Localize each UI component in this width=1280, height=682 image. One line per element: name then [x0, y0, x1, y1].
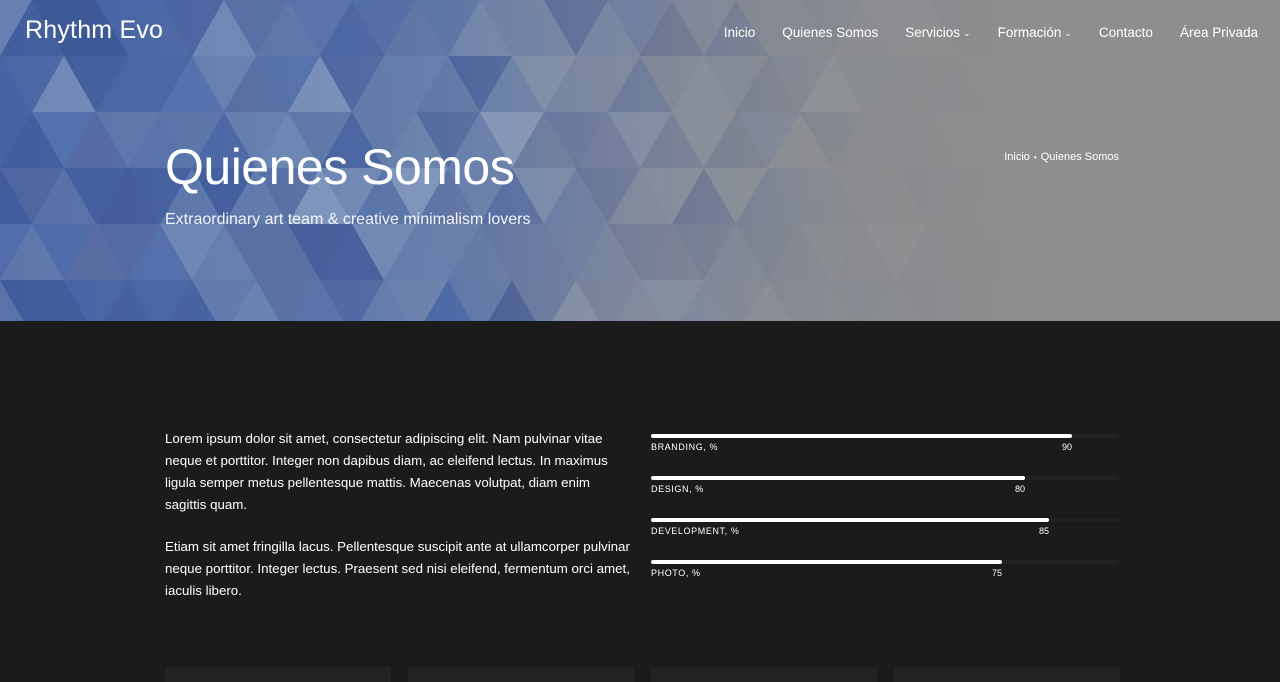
- cards-row: [165, 667, 1120, 682]
- nav-item-inicio[interactable]: Inicio: [724, 25, 756, 40]
- skill-bar: DESIGN, % 80: [651, 476, 1119, 518]
- skills-list: BRANDING, % 90 DESIGN, % 80 DEVELOPMENT, % 85…: [651, 434, 1119, 602]
- skill-bar-fill: [651, 476, 1025, 480]
- card: [165, 667, 391, 682]
- skill-bar-fill: [651, 560, 1002, 564]
- skill-label: BRANDING, %: [651, 442, 719, 452]
- skill-value: 90: [1061, 442, 1072, 452]
- nav-item-area-privada[interactable]: Área Privada: [1180, 25, 1258, 40]
- about-section: Lorem ipsum dolor sit amet, consectetur …: [0, 321, 1280, 682]
- page-subtitle: Extraordinary art team & creative minima…: [165, 211, 531, 228]
- skill-bar-fill: [651, 434, 1072, 438]
- nav-item-contacto[interactable]: Contacto: [1099, 25, 1153, 40]
- chevron-down-icon: ⌄: [1064, 28, 1072, 38]
- about-text: Lorem ipsum dolor sit amet, consectetur …: [165, 428, 630, 602]
- skill-bar: BRANDING, % 90: [651, 434, 1119, 476]
- about-paragraph: Lorem ipsum dolor sit amet, consectetur …: [165, 431, 608, 512]
- about-paragraph: Etiam sit amet fringilla lacus. Pellente…: [165, 539, 630, 598]
- hero-banner: Rhythm Evo Inicio Quienes Somos Servicio…: [0, 0, 1280, 321]
- skill-label: DEVELOPMENT, %: [651, 526, 740, 536]
- card: [651, 667, 877, 682]
- skill-bar: PHOTO, % 75: [651, 560, 1119, 602]
- breadcrumb-current: Quienes Somos: [1040, 151, 1119, 163]
- card: [894, 667, 1120, 682]
- card: [408, 667, 634, 682]
- breadcrumb: Inicio • Quienes Somos: [1004, 151, 1119, 163]
- skill-bar-fill: [651, 518, 1049, 522]
- nav-item-formacion[interactable]: Formación ⌄: [998, 25, 1072, 40]
- skill-label: DESIGN, %: [651, 484, 704, 494]
- breadcrumb-home-link[interactable]: Inicio: [1004, 151, 1030, 163]
- chevron-down-icon: ⌄: [963, 28, 971, 38]
- nav-item-label: Área Privada: [1179, 25, 1258, 40]
- skill-value: 80: [1014, 484, 1025, 494]
- site-logo[interactable]: Rhythm Evo: [25, 16, 163, 45]
- nav-item-servicios[interactable]: Servicios ⌄: [905, 25, 970, 40]
- main-nav: Inicio Quienes Somos Servicios ⌄ Formació…: [697, 25, 1258, 40]
- skill-label: PHOTO, %: [651, 568, 701, 578]
- nav-item-quienes-somos[interactable]: Quienes Somos: [782, 25, 878, 40]
- nav-item-label: Contacto: [1098, 25, 1153, 40]
- breadcrumb-separator-icon: •: [1033, 152, 1037, 162]
- skill-value: 85: [1038, 526, 1049, 536]
- nav-item-label: Quienes Somos: [782, 25, 879, 40]
- skill-value: 75: [991, 568, 1002, 578]
- page-title: Quienes Somos: [165, 139, 515, 195]
- nav-item-label: Servicios: [905, 25, 961, 40]
- skill-bar: DEVELOPMENT, % 85: [651, 518, 1119, 560]
- nav-item-label: Formación: [997, 25, 1062, 40]
- nav-item-label: Inicio: [723, 25, 756, 40]
